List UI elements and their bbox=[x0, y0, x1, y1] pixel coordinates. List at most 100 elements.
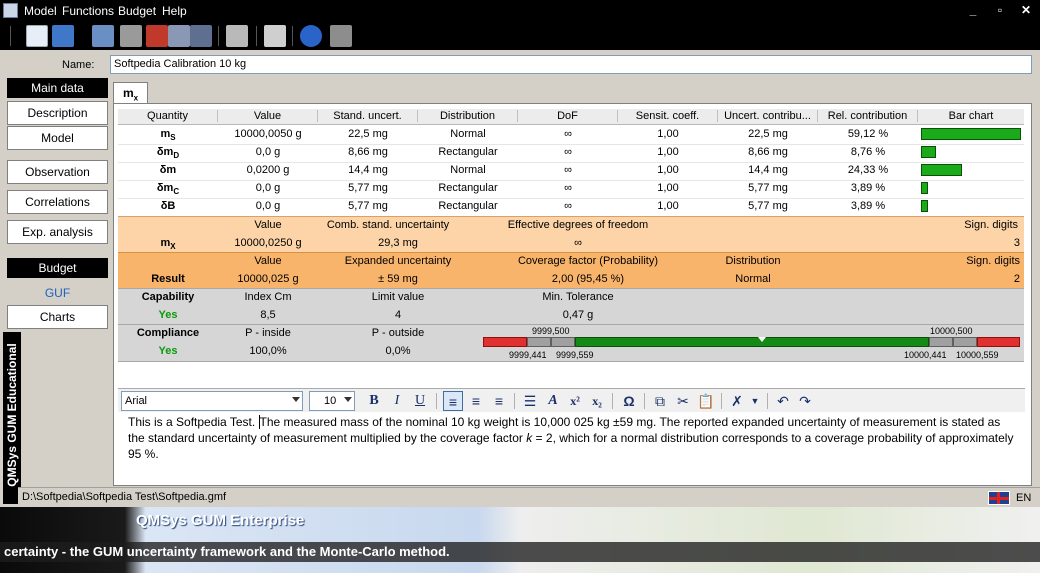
nav-observation-button[interactable]: Observation bbox=[7, 160, 108, 184]
font-size-select[interactable]: 10 bbox=[309, 391, 355, 411]
nav-correlations-button[interactable]: Correlations bbox=[7, 190, 108, 214]
header-uncert-contribution[interactable]: Uncert. contribu... bbox=[718, 110, 818, 122]
close-icon[interactable]: ✕ bbox=[1018, 3, 1034, 18]
nav-description-button[interactable]: Description bbox=[7, 101, 108, 125]
header-distribution[interactable]: Distribution bbox=[418, 110, 518, 122]
uncert-contribution-cell: 8,66 mg bbox=[748, 146, 788, 158]
result-sig-digits[interactable]: 2 bbox=[938, 273, 1020, 285]
combined-csu-header: Comb. stand. uncertainty bbox=[326, 219, 450, 231]
scale-label-2: 9999,559 bbox=[556, 350, 594, 360]
menu-budget[interactable]: Budget bbox=[118, 4, 156, 18]
contribution-bar bbox=[921, 146, 936, 158]
file-path: D:\Softpedia\Softpedia Test\Softpedia.gm… bbox=[22, 491, 227, 503]
header-dof[interactable]: DoF bbox=[518, 110, 618, 122]
capability-limit[interactable]: 4 bbox=[348, 309, 448, 321]
description-editor[interactable]: This is a Softpedia Test. The measured m… bbox=[118, 412, 1025, 474]
stand-uncert-cell: 5,77 mg bbox=[348, 200, 388, 212]
minimize-icon[interactable]: _ bbox=[965, 3, 981, 18]
undo-icon[interactable]: ↶ bbox=[773, 391, 793, 411]
table-row[interactable]: δm 0,0200 g 14,4 mg Normal ∞ 1,00 14,4 m… bbox=[118, 162, 1024, 180]
font-family-select[interactable]: Arial bbox=[121, 391, 303, 411]
clipboard-icon[interactable] bbox=[264, 25, 286, 47]
table-row[interactable]: δmD 0,0 g 8,66 mg Rectangular ∞ 1,00 8,6… bbox=[118, 144, 1024, 162]
symbol-omega-icon[interactable]: Ω bbox=[619, 391, 639, 411]
nav-model-button[interactable]: Model bbox=[7, 126, 108, 150]
italic-icon[interactable]: I bbox=[387, 391, 407, 411]
new-file-icon[interactable] bbox=[26, 25, 48, 47]
header-sensit-coeff[interactable]: Sensit. coeff. bbox=[618, 110, 718, 122]
restore-icon[interactable]: ▫ bbox=[992, 3, 1008, 18]
exit-icon[interactable] bbox=[330, 25, 352, 47]
nav-exp-analysis-button[interactable]: Exp. analysis bbox=[7, 220, 108, 244]
vertical-caption: QMSys GUM Educational bbox=[3, 332, 21, 504]
tools-icon[interactable] bbox=[226, 25, 248, 47]
dof-cell: ∞ bbox=[564, 146, 572, 158]
table-body: mS 10000,0050 g 22,5 mg Normal ∞ 1,00 22… bbox=[118, 126, 1024, 216]
menu-functions[interactable]: Functions bbox=[62, 4, 114, 18]
dof-cell: ∞ bbox=[564, 182, 572, 194]
table-row[interactable]: δB 0,0 g 5,77 mg Rectangular ∞ 1,00 5,77… bbox=[118, 198, 1024, 216]
result-eu-header: Expanded uncertainty bbox=[344, 255, 452, 267]
import-icon[interactable] bbox=[168, 25, 190, 47]
clear-format-icon[interactable]: ✗ bbox=[727, 391, 747, 411]
bullet-list-icon[interactable]: ☰ bbox=[520, 391, 540, 411]
redo-icon[interactable]: ↷ bbox=[795, 391, 815, 411]
compliance-status: Yes bbox=[158, 345, 178, 357]
name-input[interactable]: Softpedia Calibration 10 kg bbox=[110, 55, 1032, 74]
combined-sig-digits[interactable]: 3 bbox=[938, 237, 1020, 249]
text-color-icon[interactable]: A bbox=[543, 391, 563, 411]
capability-min-tol-header: Min. Tolerance bbox=[542, 291, 614, 303]
nav-guf-link[interactable]: GUF bbox=[7, 281, 108, 305]
dof-cell: ∞ bbox=[564, 128, 572, 140]
toolbar-separator bbox=[292, 26, 293, 46]
header-quantity[interactable]: Quantity bbox=[118, 110, 218, 122]
capability-index: 8,5 bbox=[260, 309, 276, 321]
font-size-value: 10 bbox=[324, 395, 337, 407]
underline-icon[interactable]: U bbox=[410, 391, 430, 411]
help-icon[interactable] bbox=[300, 25, 322, 47]
paste-icon[interactable]: 📋 bbox=[696, 391, 716, 411]
sensit-coeff-cell: 1,00 bbox=[657, 128, 679, 140]
rel-contribution-cell: 24,33 % bbox=[847, 164, 889, 176]
header-rel-contribution[interactable]: Rel. contribution bbox=[818, 110, 918, 122]
contribution-bar bbox=[921, 164, 962, 176]
subscript-icon[interactable]: x₂ bbox=[587, 391, 607, 411]
chevron-down-icon[interactable]: ▼ bbox=[745, 391, 765, 411]
value-cell: 0,0200 g bbox=[246, 164, 290, 176]
scale-segment-guard-low bbox=[527, 337, 551, 347]
table-row[interactable]: δmC 0,0 g 5,77 mg Rectangular ∞ 1,00 5,7… bbox=[118, 180, 1024, 198]
app-icon[interactable] bbox=[3, 3, 18, 18]
quantity-cell: δmC bbox=[156, 182, 180, 197]
uk-flag-icon[interactable] bbox=[988, 491, 1010, 505]
quantity-cell: δB bbox=[160, 200, 176, 212]
tab-mx[interactable]: mx bbox=[113, 82, 148, 104]
chevron-down-icon bbox=[292, 397, 300, 402]
copy-icon[interactable]: ⧉ bbox=[650, 391, 670, 411]
header-stand-uncert[interactable]: Stand. uncert. bbox=[318, 110, 418, 122]
header-value[interactable]: Value bbox=[218, 110, 318, 122]
bold-icon[interactable]: B bbox=[364, 391, 384, 411]
language-code[interactable]: EN bbox=[1016, 492, 1031, 504]
superscript-icon[interactable]: x² bbox=[565, 391, 585, 411]
calculate-icon[interactable] bbox=[190, 25, 212, 47]
cut-icon[interactable]: ✂ bbox=[673, 391, 693, 411]
header-bar-chart[interactable]: Bar chart bbox=[918, 110, 1024, 122]
nav-charts-button[interactable]: Charts bbox=[7, 305, 108, 329]
menu-model[interactable]: Model bbox=[24, 4, 57, 18]
table-row[interactable]: mS 10000,0050 g 22,5 mg Normal ∞ 1,00 22… bbox=[118, 126, 1024, 144]
align-center-icon[interactable]: ≡ bbox=[466, 391, 486, 411]
delete-icon[interactable] bbox=[146, 25, 168, 47]
save-icon[interactable] bbox=[92, 25, 114, 47]
print-icon[interactable] bbox=[120, 25, 142, 47]
flag-cross-v bbox=[997, 492, 1000, 504]
rel-contribution-cell: 3,89 % bbox=[850, 200, 886, 212]
editor-text-part: This is a Softpedia Test. bbox=[128, 415, 259, 429]
menu-help[interactable]: Help bbox=[162, 4, 187, 18]
stand-uncert-cell: 14,4 mg bbox=[348, 164, 388, 176]
toolbar bbox=[0, 22, 1040, 50]
open-folder-icon[interactable] bbox=[52, 25, 74, 47]
align-left-icon[interactable]: ≡ bbox=[443, 391, 463, 411]
scale-label-3: 10000,441 bbox=[904, 350, 947, 360]
result-value: 10000,025 g bbox=[237, 273, 299, 285]
align-right-icon[interactable]: ≡ bbox=[489, 391, 509, 411]
